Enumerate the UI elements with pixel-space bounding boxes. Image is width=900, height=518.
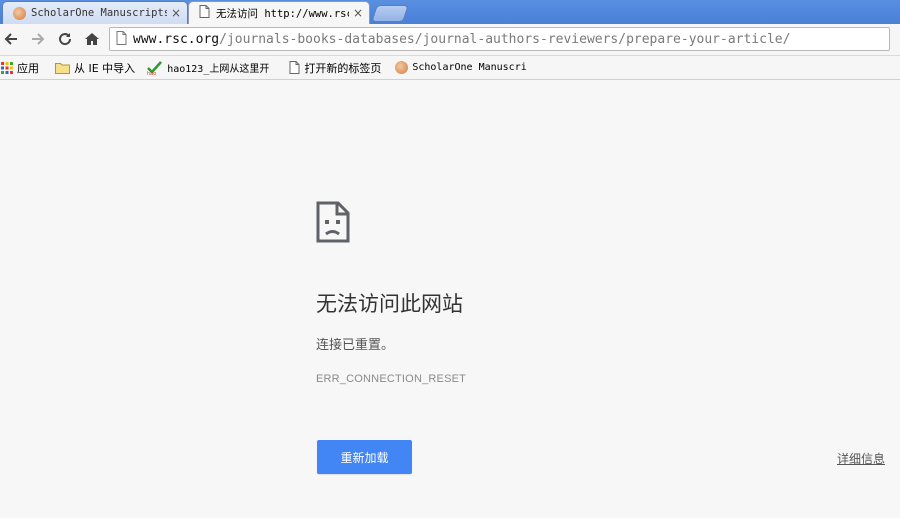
home-icon — [85, 33, 99, 45]
close-icon[interactable]: × — [353, 6, 363, 20]
bookmark-label: 应用 — [17, 61, 39, 75]
error-title: 无法访问此网站 — [316, 292, 463, 316]
home-button[interactable] — [82, 29, 102, 49]
hao123-icon: hao — [147, 60, 163, 75]
details-link[interactable]: 详细信息 — [837, 450, 885, 467]
reload-toolbar-button[interactable] — [55, 29, 75, 49]
bookmark-apps[interactable]: 应用 — [1, 60, 39, 76]
sad-page-icon — [316, 201, 350, 247]
bookmark-label: 从 IE 中导入 — [74, 61, 136, 75]
reload-button[interactable]: 重新加载 — [317, 440, 412, 474]
bookmark-import-ie[interactable]: 从 IE 中导入 — [55, 60, 135, 76]
reload-icon — [59, 33, 72, 46]
tab-scholarone[interactable]: ScholarOne Manuscripts × — [2, 1, 188, 24]
back-button[interactable] — [1, 29, 21, 49]
url-text[interactable]: www.rsc.org/journals-books-databases/jou… — [133, 32, 790, 47]
url-host: www.rsc.org — [133, 31, 220, 47]
bookmarks-bar: 应用 从 IE 中导入 hao hao123_上网从这里开 打开新的标签页 Sc… — [0, 56, 900, 80]
browser-toolbar: www.rsc.org/journals-books-databases/jou… — [0, 24, 900, 56]
tab-title: 无法访问 http://www.rsc — [216, 7, 349, 20]
bookmark-new-tab[interactable]: 打开新的标签页 — [289, 60, 381, 76]
page-icon — [289, 61, 300, 74]
bookmark-label: ScholarOne Manuscri — [412, 62, 527, 73]
url-path: /journals-books-databases/journal-author… — [219, 31, 791, 47]
page-icon — [116, 30, 127, 49]
error-code: ERR_CONNECTION_RESET — [316, 373, 467, 385]
folder-icon — [55, 62, 70, 74]
bookmark-label: 打开新的标签页 — [304, 61, 382, 75]
bookmark-label: hao123_上网从这里开 — [167, 64, 270, 75]
tab-title: ScholarOne Manuscripts — [31, 7, 167, 19]
forward-arrow-icon — [32, 33, 45, 45]
back-arrow-icon — [4, 33, 17, 45]
bookmark-hao123[interactable]: hao hao123_上网从这里开 — [147, 60, 269, 75]
new-tab-button[interactable] — [371, 5, 409, 22]
page-icon — [199, 5, 210, 21]
apps-grid-icon — [1, 61, 13, 74]
scholarone-icon — [395, 61, 409, 74]
forward-button[interactable] — [28, 29, 48, 49]
svg-text:hao: hao — [147, 71, 156, 75]
tab-error-page[interactable]: 无法访问 http://www.rsc × — [188, 1, 370, 24]
scholarone-favicon-icon — [13, 6, 26, 20]
close-icon[interactable]: × — [171, 6, 181, 20]
bookmark-scholarone[interactable]: ScholarOne Manuscri — [395, 61, 527, 74]
tab-strip: ScholarOne Manuscripts × 无法访问 http://www… — [0, 0, 900, 24]
error-message: 连接已重置。 — [316, 338, 395, 353]
address-bar[interactable]: www.rsc.org/journals-books-databases/jou… — [109, 27, 890, 51]
